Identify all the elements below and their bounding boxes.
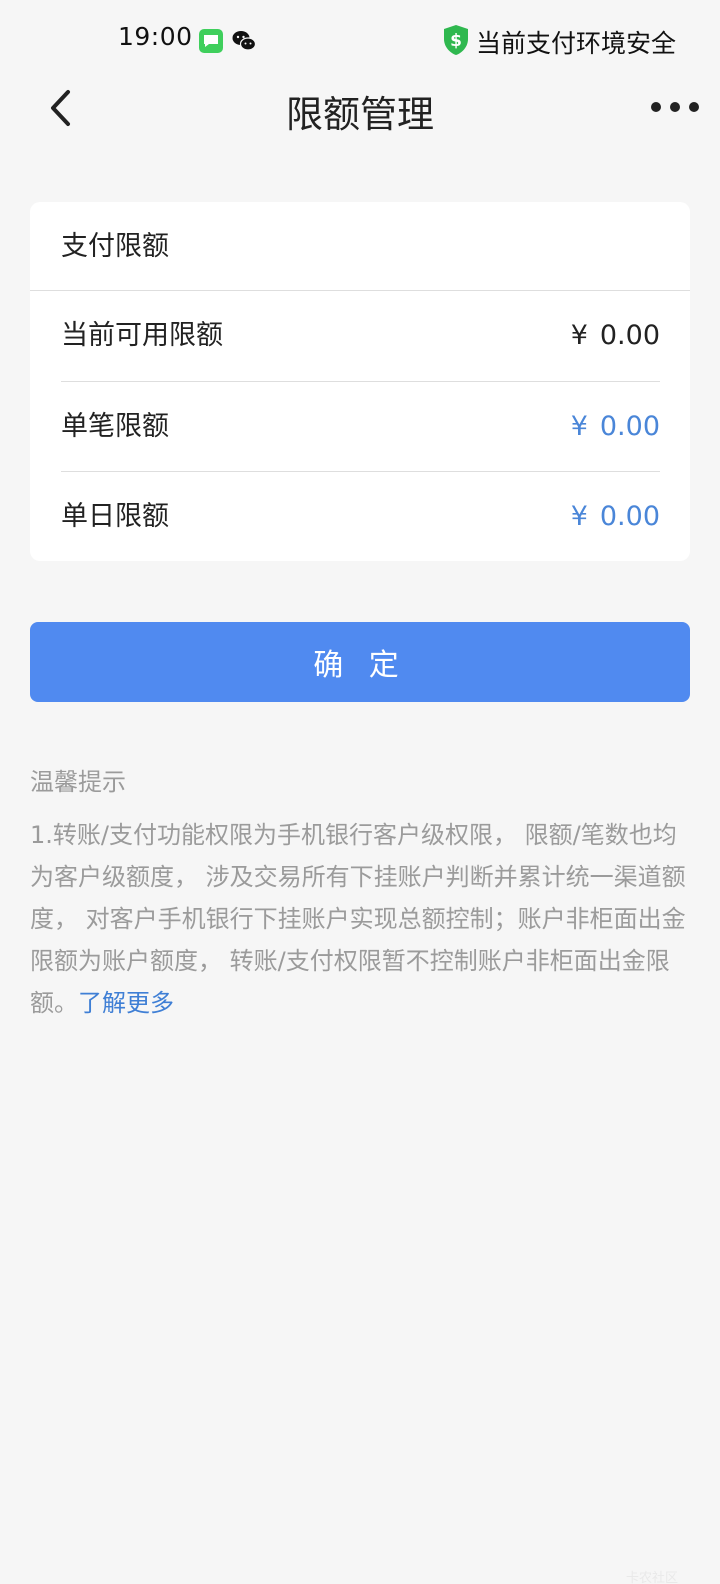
available-limit-row: 当前可用限额 ¥0.00	[61, 291, 660, 381]
daily-limit-label: 单日限额	[61, 501, 169, 532]
tips-text: 1.转账/支付功能权限为手机银行客户级权限， 限额/笔数也均为客户级额度， 涉及…	[30, 821, 686, 1017]
available-limit-label: 当前可用限额	[61, 320, 223, 351]
tips-section: 温馨提示 1.转账/支付功能权限为手机银行客户级权限， 限额/笔数也均为客户级额…	[30, 762, 692, 1024]
limit-management-page: 19:00 $ 当前支付环境安全 限额管理 支付限额 当前可用限额 ¥ 0.00…	[0, 0, 720, 1584]
nav-bar: 限额管理	[0, 80, 720, 136]
watermark: 卡农社区	[626, 1571, 679, 1584]
status-bar: 19:00 $ 当前支付环境安全	[0, 0, 720, 80]
currency-symbol: ¥	[570, 411, 588, 442]
payment-limits-card: 支付限额 当前可用限额 ¥0.00 单笔限额 ¥0.00 单日限额 ¥0.00	[30, 202, 690, 561]
available-limit-amount: 0.00	[599, 320, 660, 351]
more-dots-icon[interactable]	[650, 100, 700, 114]
tips-body: 1.转账/支付功能权限为手机银行客户级权限， 限额/笔数也均为客户级额度， 涉及…	[30, 814, 692, 1024]
learn-more-link[interactable]: 了解更多	[78, 989, 174, 1017]
card-title: 支付限额	[61, 231, 169, 262]
page-title: 限额管理	[286, 93, 434, 136]
available-limit-value: ¥0.00	[571, 291, 660, 381]
tips-title: 温馨提示	[30, 768, 126, 796]
svg-text:$: $	[450, 31, 462, 51]
single-transaction-limit-value[interactable]: ¥0.00	[571, 382, 660, 472]
currency-symbol: ¥	[570, 501, 588, 532]
currency-symbol: ¥	[570, 320, 588, 351]
status-time: 19:00	[118, 22, 193, 51]
daily-limit-row[interactable]: 单日限额 ¥0.00	[61, 471, 660, 561]
message-app-icon	[199, 29, 223, 53]
wechat-icon	[232, 31, 256, 51]
single-transaction-limit-amount[interactable]: 0.00	[600, 411, 660, 442]
confirm-button[interactable]: 确 定	[30, 622, 690, 702]
payment-security-status: 当前支付环境安全	[476, 29, 677, 58]
daily-limit-amount[interactable]: 0.00	[600, 501, 660, 532]
single-transaction-limit-label: 单笔限额	[61, 411, 169, 442]
single-transaction-limit-row[interactable]: 单笔限额 ¥0.00	[61, 381, 660, 471]
shield-dollar-icon: $	[444, 25, 468, 55]
daily-limit-value[interactable]: ¥0.00	[571, 472, 660, 561]
card-header: 支付限额	[30, 202, 690, 291]
